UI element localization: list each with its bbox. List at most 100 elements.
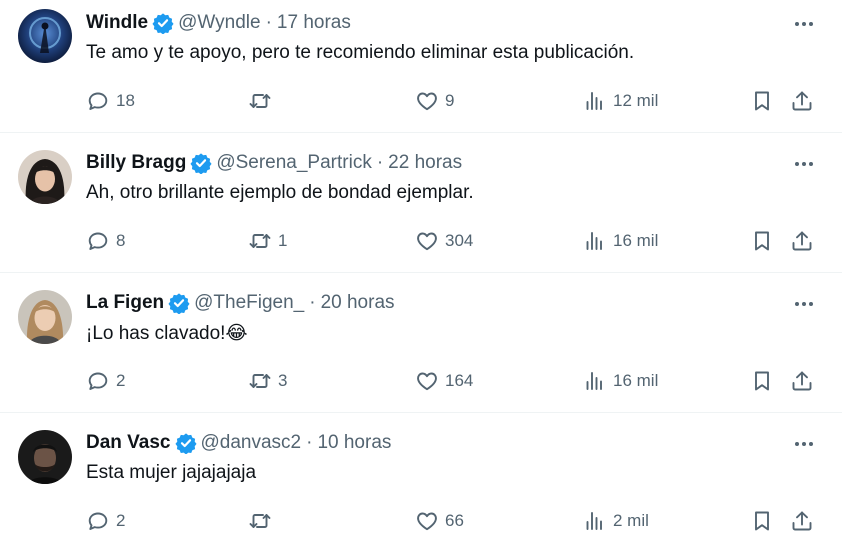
retweet-button[interactable] [248,86,278,116]
action-bar: 2 66 2 mil [0,506,842,536]
share-icon [790,89,814,113]
like-count: 9 [445,91,455,110]
tweet-text: Esta mujer jajajajaja [86,462,257,483]
bookmark-button[interactable] [750,366,774,396]
user-handle[interactable]: @Serena_Partrick [216,152,372,174]
more-icon[interactable] [790,434,818,454]
tweet-header: Windle @Wyndle · 17 horas [86,10,351,36]
share-button[interactable] [790,86,814,116]
separator-dot: · [309,292,316,313]
timestamp[interactable]: 10 horas [317,432,391,454]
tweet-item[interactable]: La Figen @TheFigen_ · 20 horas ¡Lo has c… [0,273,842,413]
retweet-button[interactable]: 1 [248,226,287,256]
separator-dot: · [376,152,384,173]
like-icon [415,89,439,113]
view-count: 12 mil [613,91,659,110]
share-icon [790,509,814,533]
retweet-count: 1 [278,231,288,250]
bookmark-icon [750,89,774,113]
like-count: 164 [445,371,474,390]
reply-button[interactable]: 2 [86,506,125,536]
reply-icon [86,229,110,253]
user-handle[interactable]: @Wyndle [178,12,260,34]
retweet-button[interactable]: 3 [248,366,287,396]
views-button[interactable]: 2 mil [583,506,649,536]
views-button[interactable]: 16 mil [583,226,658,256]
view-count: 16 mil [613,371,659,390]
display-name[interactable]: Dan Vasc [86,432,171,454]
verified-badge-icon [175,432,197,454]
reply-button[interactable]: 2 [86,366,125,396]
reply-button[interactable]: 8 [86,226,125,256]
bookmark-icon [750,369,774,393]
tweet-item[interactable]: Windle @Wyndle · 17 horas Te amo y te ap… [0,0,842,133]
share-icon [790,369,814,393]
avatar[interactable] [18,430,72,484]
bookmark-button[interactable] [750,506,774,536]
avatar[interactable] [18,150,72,204]
views-icon [583,89,607,113]
separator-dot: · [306,432,313,453]
retweet-icon [248,509,272,533]
display-name[interactable]: Windle [86,12,148,34]
verified-badge-icon [152,12,174,34]
action-bar: 18 9 12 mil [0,86,842,116]
retweet-icon [248,229,272,253]
like-icon [415,229,439,253]
tweet-text: ¡Lo has clavado!😂 [86,323,248,344]
display-name[interactable]: La Figen [86,292,164,314]
tweet-header: Dan Vasc @danvasc2 · 10 horas [86,430,391,456]
action-bar: 2 3 164 16 mil [0,366,842,396]
like-icon [415,509,439,533]
share-icon [790,229,814,253]
like-count: 66 [445,511,464,530]
share-button[interactable] [790,506,814,536]
view-count: 2 mil [613,511,649,530]
retweet-icon [248,369,272,393]
tweet-text: Te amo y te apoyo, pero te recomiendo el… [86,42,635,63]
user-handle[interactable]: @danvasc2 [201,432,302,454]
reply-icon [86,89,110,113]
timestamp[interactable]: 17 horas [277,12,351,34]
reply-icon [86,509,110,533]
action-bar: 8 1 304 16 mil [0,226,842,256]
view-count: 16 mil [613,231,659,250]
like-button[interactable]: 164 [415,366,473,396]
reply-button[interactable]: 18 [86,86,135,116]
reply-count: 2 [116,371,126,390]
like-icon [415,369,439,393]
tweet-item[interactable]: Billy Bragg @Serena_Partrick · 22 horas … [0,133,842,273]
views-button[interactable]: 16 mil [583,366,658,396]
like-button[interactable]: 304 [415,226,473,256]
user-handle[interactable]: @TheFigen_ [194,292,304,314]
views-button[interactable]: 12 mil [583,86,658,116]
reply-feed: Windle @Wyndle · 17 horas Te amo y te ap… [0,0,862,550]
avatar[interactable] [18,9,72,63]
views-icon [583,509,607,533]
share-button[interactable] [790,226,814,256]
reply-icon [86,369,110,393]
bookmark-button[interactable] [750,86,774,116]
retweet-button[interactable] [248,506,278,536]
verified-badge-icon [190,152,212,174]
retweet-count: 3 [278,371,288,390]
timestamp[interactable]: 22 horas [388,152,462,174]
separator-dot: · [265,12,272,33]
views-icon [583,369,607,393]
more-icon[interactable] [790,14,818,34]
views-icon [583,229,607,253]
tweet-header: La Figen @TheFigen_ · 20 horas [86,290,395,316]
like-button[interactable]: 66 [415,506,464,536]
avatar[interactable] [18,290,72,344]
display-name[interactable]: Billy Bragg [86,152,186,174]
like-button[interactable]: 9 [415,86,454,116]
retweet-icon [248,89,272,113]
timestamp[interactable]: 20 horas [321,292,395,314]
more-icon[interactable] [790,154,818,174]
tweet-item[interactable]: Dan Vasc @danvasc2 · 10 horas Esta mujer… [0,413,842,550]
tweet-text: Ah, otro brillante ejemplo de bondad eje… [86,182,474,203]
bookmark-button[interactable] [750,226,774,256]
share-button[interactable] [790,366,814,396]
more-icon[interactable] [790,294,818,314]
tweet-header: Billy Bragg @Serena_Partrick · 22 horas [86,150,462,176]
